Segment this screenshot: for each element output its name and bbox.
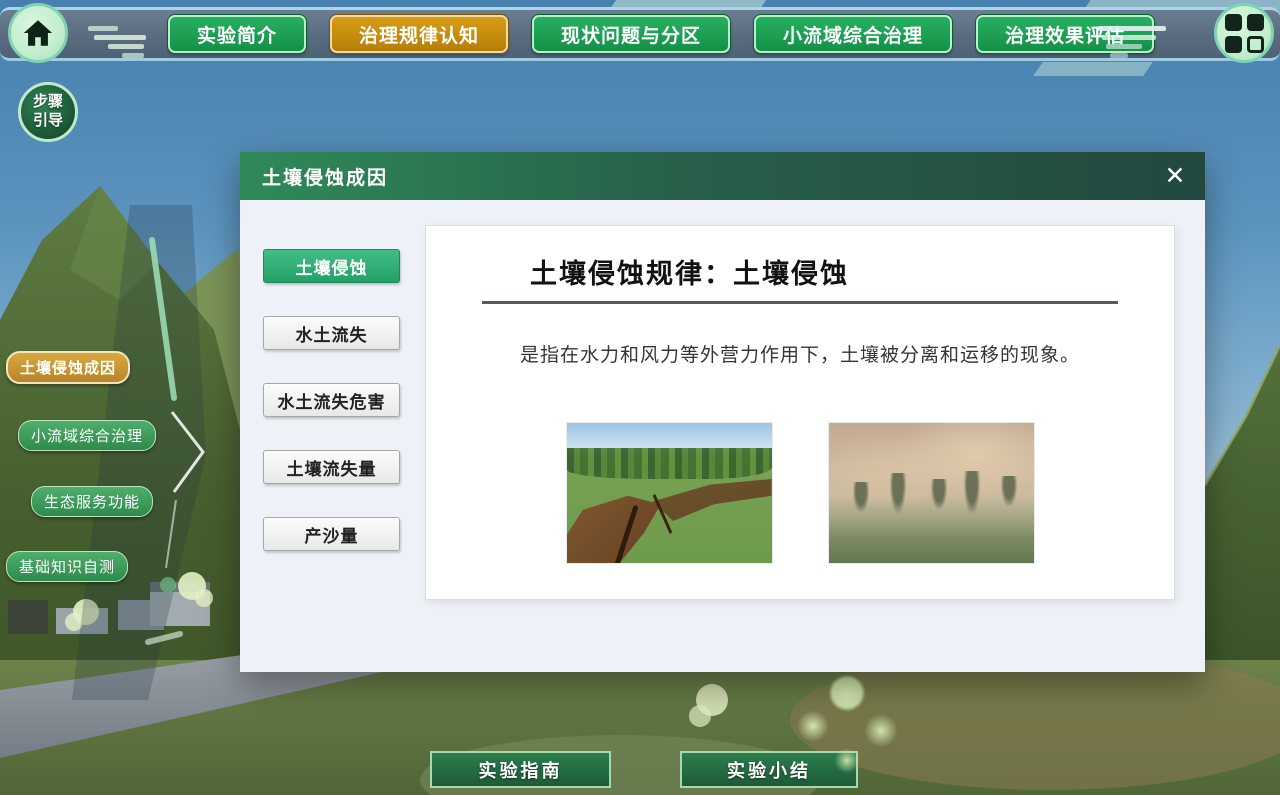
dialog-nav-loss-hazards[interactable]: 水土流失危害 — [263, 383, 400, 417]
wind-erosion-photo — [829, 423, 1034, 563]
tab-watershed-governance[interactable]: 小流域综合治理 — [754, 15, 952, 53]
soil-erosion-dialog: 土壤侵蚀成因 ✕ 土壤侵蚀 水土流失 水土流失危害 土壤流失量 产沙量 土壤侵蚀… — [240, 152, 1205, 672]
sidenav-soil-erosion-causes[interactable]: 土壤侵蚀成因 — [6, 351, 130, 384]
photo-bush — [853, 482, 869, 512]
step-guide-line2: 引导 — [33, 112, 63, 131]
dialog-header: 土壤侵蚀成因 ✕ — [240, 152, 1205, 200]
dialog-content-card: 土壤侵蚀规律：土壤侵蚀 是指在水力和风力等外营力作用下，土壤被分离和运移的现象。 — [425, 225, 1175, 600]
app-window: 实验简介 治理规律认知 现状问题与分区 小流域综合治理 治理效果评估 步骤 引导… — [0, 0, 1280, 795]
topbar-deco — [1033, 62, 1153, 76]
photo-tree-band — [567, 448, 772, 479]
top-navigation-bar: 实验简介 治理规律认知 现状问题与分区 小流域综合治理 治理效果评估 — [0, 7, 1280, 61]
apps-grid-button[interactable] — [1214, 3, 1274, 63]
heading-rule — [482, 301, 1118, 304]
content-paragraph: 是指在水力和风力等外营力作用下，土壤被分离和运移的现象。 — [456, 340, 1144, 367]
water-erosion-photo — [567, 423, 772, 563]
photo-bush — [931, 479, 947, 509]
photo-row — [426, 423, 1174, 563]
main-tabs: 实验简介 治理规律认知 现状问题与分区 小流域综合治理 治理效果评估 — [168, 15, 1154, 53]
sidenav-ecosystem-services[interactable]: 生态服务功能 — [31, 486, 153, 517]
sidenav-watershed-governance[interactable]: 小流域综合治理 — [18, 420, 156, 451]
experiment-guide-button[interactable]: 实验指南 — [430, 751, 611, 788]
tab-experiment-intro[interactable]: 实验简介 — [168, 15, 306, 53]
tab-current-problems[interactable]: 现状问题与分区 — [532, 15, 730, 53]
home-button[interactable] — [8, 3, 68, 63]
content-heading: 土壤侵蚀规律：土壤侵蚀 — [530, 252, 1118, 291]
photo-bush — [1001, 476, 1017, 506]
dialog-nav-soil-water-loss[interactable]: 水土流失 — [263, 316, 400, 350]
menu-lines-right-icon[interactable] — [1098, 26, 1188, 58]
tab-governance-rules[interactable]: 治理规律认知 — [330, 15, 508, 53]
menu-lines-left-icon[interactable] — [86, 26, 166, 58]
sidenav-basic-knowledge-quiz[interactable]: 基础知识自测 — [6, 551, 128, 582]
dialog-nav-soil-erosion[interactable]: 土壤侵蚀 — [263, 249, 400, 283]
dialog-title: 土壤侵蚀成因 — [240, 163, 388, 190]
close-icon[interactable]: ✕ — [1157, 158, 1193, 194]
dialog-nav-sediment-yield[interactable]: 产沙量 — [263, 517, 400, 551]
step-guide-line1: 步骤 — [33, 93, 63, 112]
dialog-left-nav: 土壤侵蚀 水土流失 水土流失危害 土壤流失量 产沙量 — [263, 249, 400, 584]
experiment-summary-button[interactable]: 实验小结 — [680, 751, 858, 788]
photo-bush — [890, 473, 906, 513]
home-icon — [21, 16, 55, 50]
dialog-nav-soil-loss-amount[interactable]: 土壤流失量 — [263, 450, 400, 484]
grid-icon — [1225, 14, 1264, 53]
step-guide-button[interactable]: 步骤 引导 — [18, 82, 78, 142]
photo-bush — [964, 471, 980, 513]
